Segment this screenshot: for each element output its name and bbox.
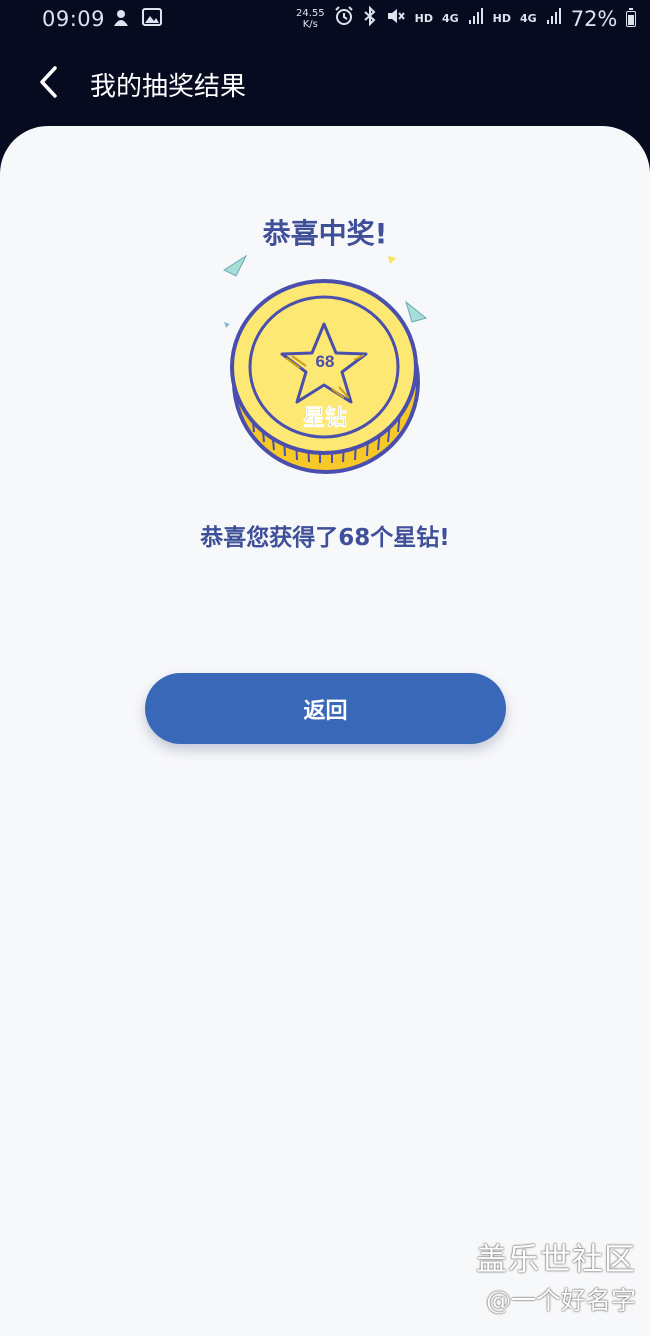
chevron-left-icon xyxy=(40,66,57,98)
network-type-1: 4G xyxy=(441,12,459,25)
status-left-icons xyxy=(112,8,162,33)
status-time: 09:09 xyxy=(42,7,106,31)
net-speed-value: 24.55 xyxy=(296,7,325,19)
signal-icon xyxy=(468,7,484,30)
hd-badge-2: HD xyxy=(492,12,512,25)
network-type-2: 4G xyxy=(520,12,537,25)
watermark-line2: @一个好名字 xyxy=(485,1286,636,1315)
coin-label: 星钻 xyxy=(303,405,347,431)
reward-message: 恭喜您获得了68个星钻! xyxy=(200,525,450,551)
back-button[interactable] xyxy=(30,62,70,102)
mute-icon xyxy=(386,6,406,31)
bluetooth-icon xyxy=(363,5,377,31)
result-card: 恭喜中奖! 68 星钻 恭喜您获得了68个星钻! 返回 xyxy=(0,126,650,1336)
return-button[interactable]: 返回 xyxy=(145,673,506,744)
net-speed: 24.55 K/s xyxy=(296,8,325,30)
app-bar: 我的抽奖结果 xyxy=(0,40,650,126)
signal-icon-2 xyxy=(546,7,562,30)
coin-illustration: 68 星钻 xyxy=(214,242,434,492)
alarm-icon xyxy=(334,6,354,31)
watermark-line1: 盖乐世社区 xyxy=(476,1242,636,1278)
notification-icon xyxy=(112,8,130,33)
coin-amount: 68 xyxy=(316,352,335,371)
page-title: 我的抽奖结果 xyxy=(90,72,247,102)
battery-icon xyxy=(626,7,637,27)
status-right-icons: 24.55 K/s HD 4G HD 4G 72% xyxy=(296,5,637,31)
status-bar: 09:09 24.55 K/s HD 4G HD 4G 72% xyxy=(0,0,650,40)
image-icon xyxy=(142,8,162,33)
watermark: 盖乐世社区 @一个好名字 xyxy=(476,1234,636,1317)
hd-badge-1: HD xyxy=(414,12,433,25)
net-speed-unit: K/s xyxy=(302,18,318,30)
battery-percent: 72% xyxy=(570,6,618,31)
